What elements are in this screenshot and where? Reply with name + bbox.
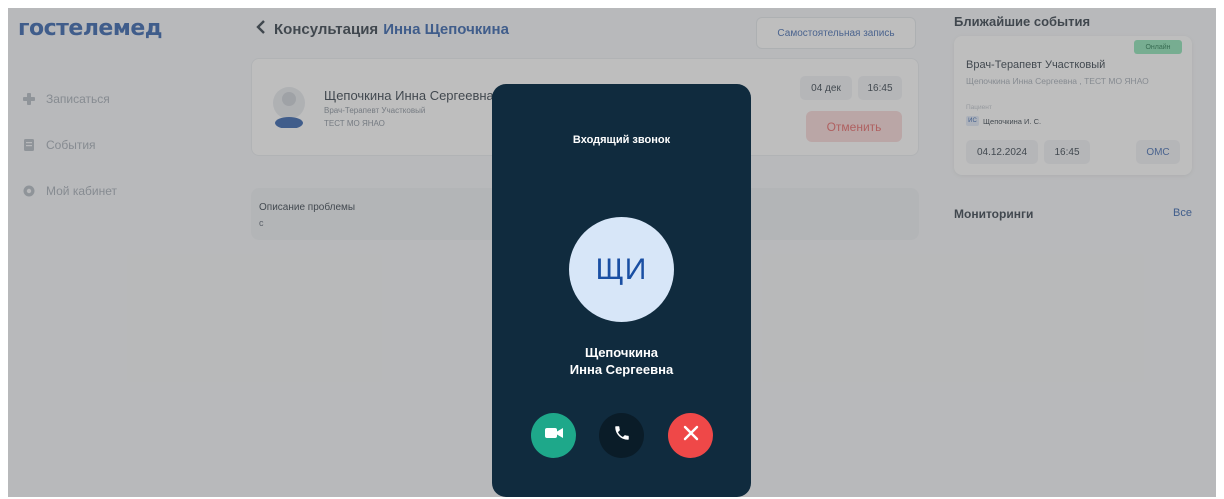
caller-name-line1: Щепочкина: [584, 345, 659, 360]
decline-call-button[interactable]: [668, 413, 713, 458]
caller-avatar: ЩИ: [569, 217, 674, 322]
caller-name: Щепочкина Инна Сергеевна: [492, 344, 751, 378]
app-frame: гостелемед Записаться События Мой кабине…: [8, 8, 1216, 497]
accept-voice-button[interactable]: [599, 413, 644, 458]
call-title: Входящий звонок: [572, 134, 671, 146]
caller-name-line2: Инна Сергеевна: [569, 362, 674, 377]
close-icon: [682, 424, 700, 447]
incoming-call-modal: Входящий звонок ЩИ Щепочкина Инна Сергее…: [492, 84, 751, 497]
video-call-icon: [544, 426, 564, 445]
caller-initials: ЩИ: [595, 252, 648, 286]
phone-icon: [613, 424, 631, 447]
accept-video-button[interactable]: [531, 413, 576, 458]
